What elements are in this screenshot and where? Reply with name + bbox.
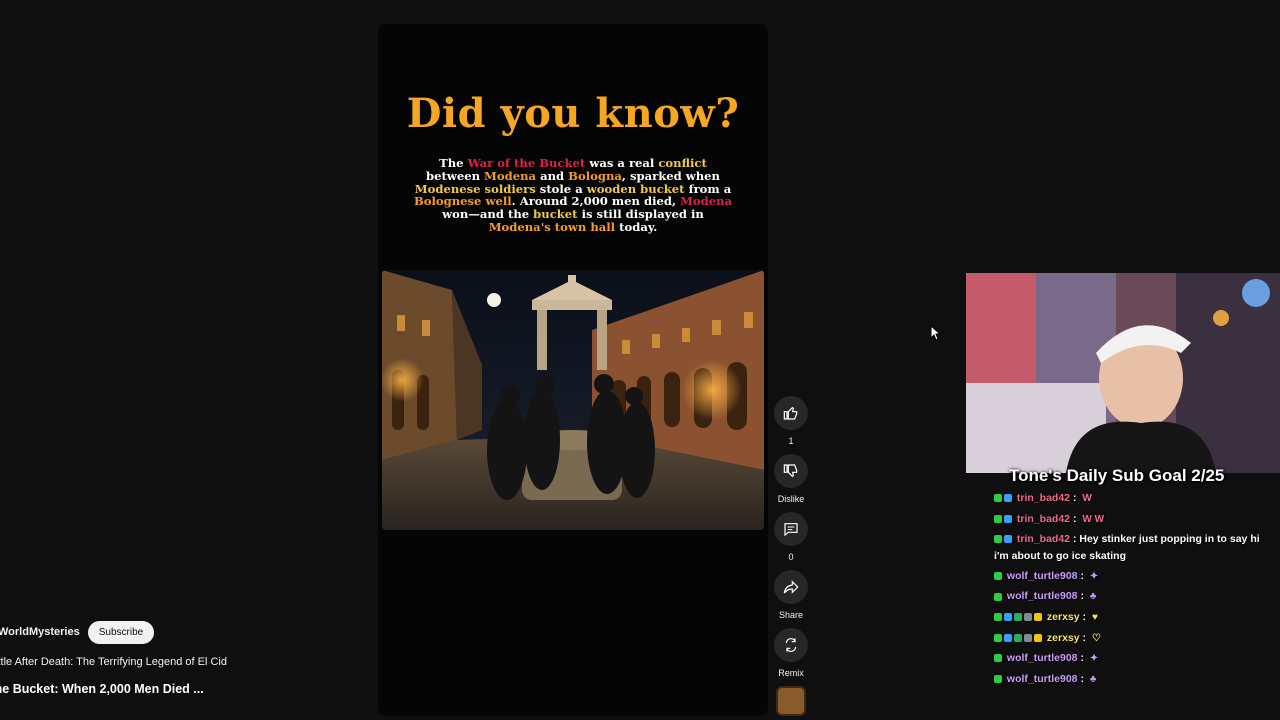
share-button[interactable]: Share [772,570,810,620]
streamer-webcam [966,273,1280,473]
chat-emote-icon: ♣ [1089,673,1097,685]
chat-badge-icon [994,633,1002,642]
chat-badge-icon [1014,633,1022,642]
chat-badge-icon [994,674,1002,683]
chat-message: wolf_turtle908 : ✦ [994,568,1264,585]
chat-badge-icon [1004,494,1012,503]
chat-username[interactable]: wolf_turtle908 [1004,570,1078,582]
chat-username[interactable]: trin_bad42 [1014,513,1070,525]
chat-badge-icon [994,592,1002,601]
sub-goal-overlay: Tone's Daily Sub Goal 2/25 [1009,466,1225,485]
chat-badge-icon [1024,613,1032,622]
audio-track-thumbnail[interactable] [772,686,810,716]
chat-message: wolf_turtle908 : ✦ [994,650,1264,667]
remix-label: Remix [778,668,804,678]
chat-username[interactable]: trin_bad42 [1014,533,1070,545]
chat-emote-icon: ✦ [1089,653,1099,665]
chat-message: trin_bad42 : W [994,490,1264,507]
short-title: Did you know? [406,90,740,137]
chat-username[interactable]: zerxsy [1044,632,1080,644]
chat-emote-icon: W [1082,493,1092,504]
short-fact-text: The War of the Bucket was a real conflic… [413,156,733,234]
share-icon [783,580,799,594]
chat-message: zerxsy : ♡ [994,630,1264,647]
chat-username[interactable]: wolf_turtle908 [1004,652,1078,664]
chat-badge-icon [1004,514,1012,523]
subscribe-button[interactable]: Subscribe [87,620,155,644]
chat-badge-icon [994,494,1002,503]
short-video-player[interactable]: Did you know? The War of the Bucket was … [378,24,768,716]
video-title[interactable]: The Bucket: When 2,000 Men Died ... [0,682,204,696]
comments-button[interactable]: 0 [772,512,810,562]
chat-message: wolf_turtle908 : ♣ [994,588,1264,605]
comment-icon [784,523,798,537]
related-video-link[interactable]: Battle After Death: The Terrifying Legen… [0,656,227,668]
chat-username[interactable]: wolf_turtle908 [1004,590,1078,602]
chat-badge-icon [1024,633,1032,642]
remix-button[interactable]: Remix [772,628,810,678]
thumbs-up-icon [783,406,798,420]
chat-badge-icon [994,514,1002,523]
chat-emote-icon: ♡ [1091,632,1101,644]
channel-row: WorldMysteries Subscribe [0,620,155,644]
dislike-label: Dislike [777,494,805,504]
chat-username[interactable]: trin_bad42 [1014,492,1070,504]
chat-message: trin_bad42 : W W [994,511,1264,528]
chat-username[interactable]: wolf_turtle908 [1004,673,1078,685]
remix-icon [785,638,797,652]
chat-message: trin_bad42 : Hey stinker just popping in… [994,533,1260,562]
channel-name[interactable]: WorldMysteries [0,626,80,638]
night-piazza-well-illustration [382,270,764,530]
mouse-cursor-icon [930,325,942,341]
chat-message: wolf_turtle908 : ♣ [994,671,1264,688]
thumbs-down-icon [783,464,798,478]
chat-badge-icon [1004,613,1012,622]
chat-badge-icon [1004,633,1012,642]
chat-badge-icon [1004,535,1012,544]
chat-username[interactable]: zerxsy [1044,611,1080,623]
audio-disc-icon [776,686,806,716]
dislike-button[interactable]: Dislike [772,454,810,504]
chat-emote-icon: ♣ [1089,591,1097,603]
chat-emote-icon: ♥ [1091,611,1098,623]
chat-emote-icon: W W [1082,513,1105,525]
chat-badge-icon [1034,633,1042,642]
like-count: 1 [788,436,794,446]
chat-emote-icon: ✦ [1089,570,1099,582]
stream-chat: trin_bad42 : W trin_bad42 : W W trin_bad… [994,490,1264,691]
chat-badge-icon [1034,613,1042,622]
chat-badge-icon [1014,613,1022,622]
share-label: Share [778,610,804,620]
chat-badge-icon [994,572,1002,580]
chat-badge-icon [994,613,1002,622]
chat-badge-icon [994,535,1002,544]
comment-count: 0 [788,552,794,562]
like-button[interactable]: 1 [772,396,810,446]
chat-badge-icon [994,654,1002,663]
chat-message: zerxsy : ♥ [994,609,1264,626]
